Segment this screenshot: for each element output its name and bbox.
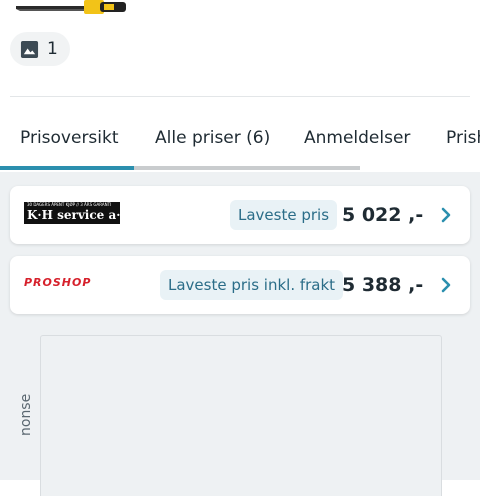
image-count: 1 [47, 39, 58, 59]
divider [10, 96, 470, 97]
chevron-right-icon[interactable] [438, 206, 454, 224]
image-count-button[interactable]: 1 [10, 32, 70, 66]
offer-card-kh-service[interactable]: 30 DAGERS ÅPENT KJØP // 3 ÅRS GARANTI K·… [10, 186, 470, 244]
price-label-badge: Laveste pris [230, 200, 338, 230]
shop-logo-kh-service: 30 DAGERS ÅPENT KJØP // 3 ÅRS GARANTI K·… [24, 202, 128, 224]
tab-anmeldelser[interactable]: Anmeldelser [304, 128, 410, 148]
offers-area: 30 DAGERS ÅPENT KJØP // 3 ÅRS GARANTI K·… [0, 172, 480, 496]
chevron-right-icon[interactable] [438, 276, 454, 294]
tab-prisoversikt[interactable]: Prisoversikt [20, 128, 119, 148]
product-image[interactable] [16, 0, 128, 16]
offer-price: 5 388 ,- [342, 274, 424, 296]
tab-alle-priser[interactable]: Alle priser (6) [155, 128, 270, 148]
shop-logo-text: K·H service a·s [27, 208, 128, 222]
offer-price: 5 022 ,- [342, 204, 424, 226]
tab-prishistorikk[interactable]: Prish [446, 128, 480, 148]
active-tab-indicator [0, 166, 134, 170]
tab-bar: Prisoversikt Alle priser (6) Anmeldelser… [0, 118, 480, 170]
offer-card-proshop[interactable]: PROSHOP Laveste pris inkl. frakt 5 388 ,… [10, 256, 470, 314]
ad-label: nonse [18, 393, 34, 436]
image-gallery-icon [20, 40, 39, 58]
tab-scroll-track [134, 166, 360, 170]
price-label-badge: Laveste pris inkl. frakt [160, 270, 344, 300]
shop-logo-text: PROSHOP [24, 276, 92, 289]
shop-logo-proshop: PROSHOP [24, 276, 91, 289]
advertisement-placeholder [40, 335, 442, 496]
